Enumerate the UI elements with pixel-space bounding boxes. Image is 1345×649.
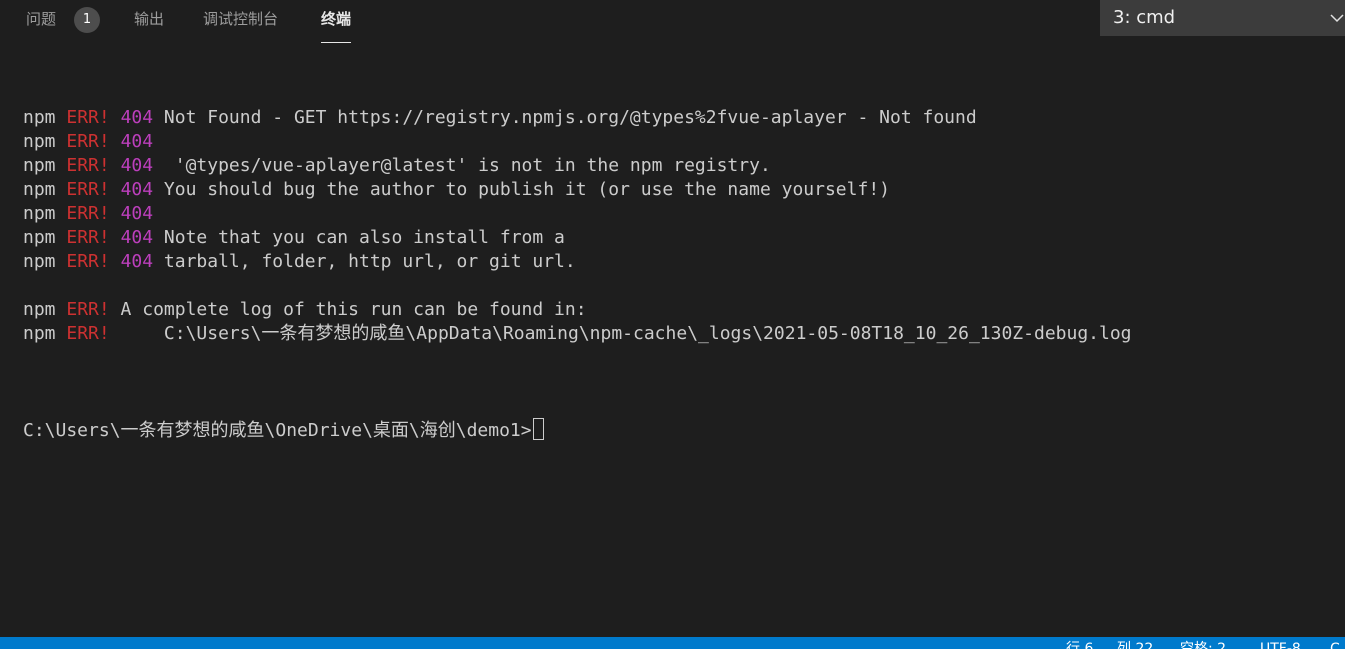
status-spaces[interactable]: 空格: 2 <box>1180 641 1226 649</box>
terminal-prompt: C:\Users\一条有梦想的咸鱼\OneDrive\桌面\海创\demo1> <box>23 420 532 441</box>
terminal-line-err: ERR! <box>66 203 110 224</box>
terminal-selector-dropdown[interactable]: 3: cmd <box>1100 0 1345 36</box>
terminal-line-text: tarball, folder, http url, or git url. <box>153 251 576 272</box>
status-bar: 行 6 列 22 空格: 2 UTF-8 C <box>0 637 1345 649</box>
terminal-line-prefix: npm <box>23 251 56 272</box>
terminal-line: npm ERR! 404 <box>23 202 1333 226</box>
terminal-line: npm ERR! 404 Note that you can also inst… <box>23 226 1333 250</box>
terminal-line: npm ERR! 404 '@types/vue-aplayer@latest'… <box>23 154 1333 178</box>
terminal-line-code: 404 <box>120 179 154 200</box>
terminal-line-err: ERR! <box>66 155 110 176</box>
tab-problems[interactable]: 问题 <box>26 0 56 40</box>
terminal-line-prefix: npm <box>23 179 56 200</box>
terminal-line: npm ERR! 404 You should bug the author t… <box>23 178 1333 202</box>
panel-tab-bar: 问题 1 输出 调试控制台 终端 3: cmd <box>0 0 1345 43</box>
tab-output-label: 输出 <box>134 10 165 28</box>
terminal-line-prefix: npm <box>23 227 56 248</box>
terminal-line-prefix: npm <box>23 299 56 320</box>
tab-problems-label: 问题 <box>26 10 57 28</box>
terminal-output[interactable]: npm ERR! 404 Not Found - GET https://reg… <box>23 58 1333 628</box>
terminal-line-prefix: npm <box>23 203 56 224</box>
status-eol[interactable]: C <box>1330 641 1340 649</box>
terminal-line-err: ERR! <box>66 299 110 320</box>
terminal-line-code: 404 <box>120 227 154 248</box>
status-encoding[interactable]: UTF-8 <box>1260 641 1301 649</box>
terminal-line-code: 404 <box>120 107 154 128</box>
terminal-line-text: '@types/vue-aplayer@latest' is not in th… <box>153 155 771 176</box>
terminal-line-code: 404 <box>120 155 154 176</box>
terminal-line-text: A complete log of this run can be found … <box>109 299 587 320</box>
terminal-line-err: ERR! <box>66 227 110 248</box>
terminal-selector-value: 3: cmd <box>1113 7 1176 28</box>
terminal-line-text: Not Found - GET https://registry.npmjs.o… <box>153 107 977 128</box>
terminal-line-prefix: npm <box>23 107 56 128</box>
chevron-down-icon <box>1330 14 1344 23</box>
terminal-line: npm ERR! 404 tarball, folder, http url, … <box>23 250 1333 274</box>
tab-debug-console-label: 调试控制台 <box>203 10 279 28</box>
status-column[interactable]: 列 22 <box>1117 641 1153 649</box>
status-line[interactable]: 行 6 <box>1066 641 1093 649</box>
terminal-line-text: You should bug the author to publish it … <box>153 179 890 200</box>
terminal-cursor <box>532 418 544 440</box>
tab-output[interactable]: 输出 <box>134 0 164 40</box>
terminal-line-code: 404 <box>120 131 154 152</box>
terminal-line: npm ERR! 404 <box>23 130 1333 154</box>
terminal-line-prefix: npm <box>23 155 56 176</box>
terminal-line-prefix: npm <box>23 131 56 152</box>
terminal-line-err: ERR! <box>66 179 110 200</box>
terminal-line-err: ERR! <box>66 107 110 128</box>
problems-count-badge: 1 <box>74 7 100 33</box>
terminal-line-err: ERR! <box>66 251 110 272</box>
tab-terminal-label: 终端 <box>321 10 352 28</box>
terminal-line-code: 404 <box>120 203 154 224</box>
terminal-prompt-line: C:\Users\一条有梦想的咸鱼\OneDrive\桌面\海创\demo1> <box>23 418 1333 442</box>
terminal-line: npm ERR! A complete log of this run can … <box>23 298 1333 322</box>
terminal-line-code: 404 <box>120 251 154 272</box>
terminal-line-text: C:\Users\一条有梦想的咸鱼\AppData\Roaming\npm-ca… <box>109 323 1132 344</box>
terminal-line: npm ERR! C:\Users\一条有梦想的咸鱼\AppData\Roami… <box>23 322 1333 346</box>
terminal-line-prefix: npm <box>23 323 56 344</box>
terminal-line: npm ERR! 404 Not Found - GET https://reg… <box>23 106 1333 130</box>
terminal-line-err: ERR! <box>66 323 110 344</box>
terminal-lines: npm ERR! 404 Not Found - GET https://reg… <box>23 106 1333 370</box>
tab-terminal[interactable]: 终端 <box>321 0 352 43</box>
tab-debug-console[interactable]: 调试控制台 <box>203 0 278 40</box>
terminal-line-err: ERR! <box>66 131 110 152</box>
terminal-line-text: Note that you can also install from a <box>153 227 565 248</box>
